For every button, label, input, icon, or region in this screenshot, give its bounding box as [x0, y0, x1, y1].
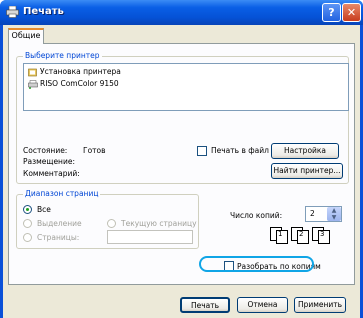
add-printer-icon: [28, 68, 37, 76]
page-icon: 3: [318, 230, 330, 244]
list-item[interactable]: RISO ComColor 9150: [28, 79, 119, 90]
current-page-label: Текущую страницу: [121, 219, 197, 228]
print-to-file-label: Печать в файл: [211, 146, 269, 155]
page-range-label: Диапазон страниц: [23, 189, 101, 198]
settings-button[interactable]: Настройка: [271, 143, 339, 159]
help-button[interactable]: ?: [322, 3, 341, 22]
cancel-button[interactable]: Отмена: [237, 297, 288, 313]
copies-label: Число копий:: [230, 211, 283, 220]
page-icon: 2: [297, 230, 309, 244]
tab-general[interactable]: Общие: [8, 28, 44, 44]
status-label: Состояние:: [23, 146, 68, 155]
pages-input[interactable]: [107, 230, 193, 244]
window-title: Печать: [23, 6, 64, 17]
printer-group-label: Выберите принтер: [23, 51, 102, 60]
current-page-radio[interactable]: [107, 219, 116, 228]
location-label: Размещение:: [23, 157, 75, 166]
selection-label: Выделение: [37, 219, 82, 228]
selection-radio[interactable]: [23, 219, 32, 228]
pages-label: Страницы:: [37, 233, 80, 242]
print-button[interactable]: Печать: [180, 297, 230, 313]
page-icon: 1: [276, 230, 288, 244]
printer-name-label: RISO ComColor 9150: [40, 79, 119, 88]
all-pages-label: Все: [37, 205, 51, 214]
print-to-file-checkbox[interactable]: [197, 146, 207, 156]
tab-panel: Выберите принтер Установка принтера RISO…: [8, 43, 355, 285]
dialog-body: Общие Выберите принтер Установка принтер…: [3, 25, 360, 318]
comment-label: Комментарий:: [23, 169, 80, 178]
find-printer-button[interactable]: Найти принтер...: [271, 163, 343, 179]
list-item[interactable]: Установка принтера: [28, 67, 121, 78]
printer-icon: [6, 6, 19, 18]
add-printer-label: Установка принтера: [40, 67, 121, 76]
title-bar[interactable]: Печать ? ✕: [0, 0, 363, 25]
spin-buttons[interactable]: ▲ ▼: [327, 207, 341, 221]
printer-list[interactable]: Установка принтера RISO ComColor 9150: [23, 63, 349, 111]
page-range-group: Диапазон страниц Все Выделение Текущую с…: [16, 189, 199, 249]
radio-dot: [26, 208, 29, 211]
collate-highlight-ellipse: [199, 256, 314, 272]
all-pages-radio[interactable]: [23, 205, 32, 214]
printer-group: Выберите принтер Установка принтера RISO…: [16, 51, 349, 184]
copies-value: 2: [310, 209, 315, 218]
pages-radio[interactable]: [23, 233, 32, 242]
print-dialog: Печать ? ✕ Общие Выберите принтер Устано…: [0, 0, 363, 318]
printer-icon: [28, 79, 38, 89]
close-button[interactable]: ✕: [342, 3, 361, 22]
status-value: Готов: [83, 146, 106, 155]
copies-stepper[interactable]: 2 ▲ ▼: [305, 206, 342, 222]
apply-button[interactable]: Применить: [294, 297, 346, 313]
